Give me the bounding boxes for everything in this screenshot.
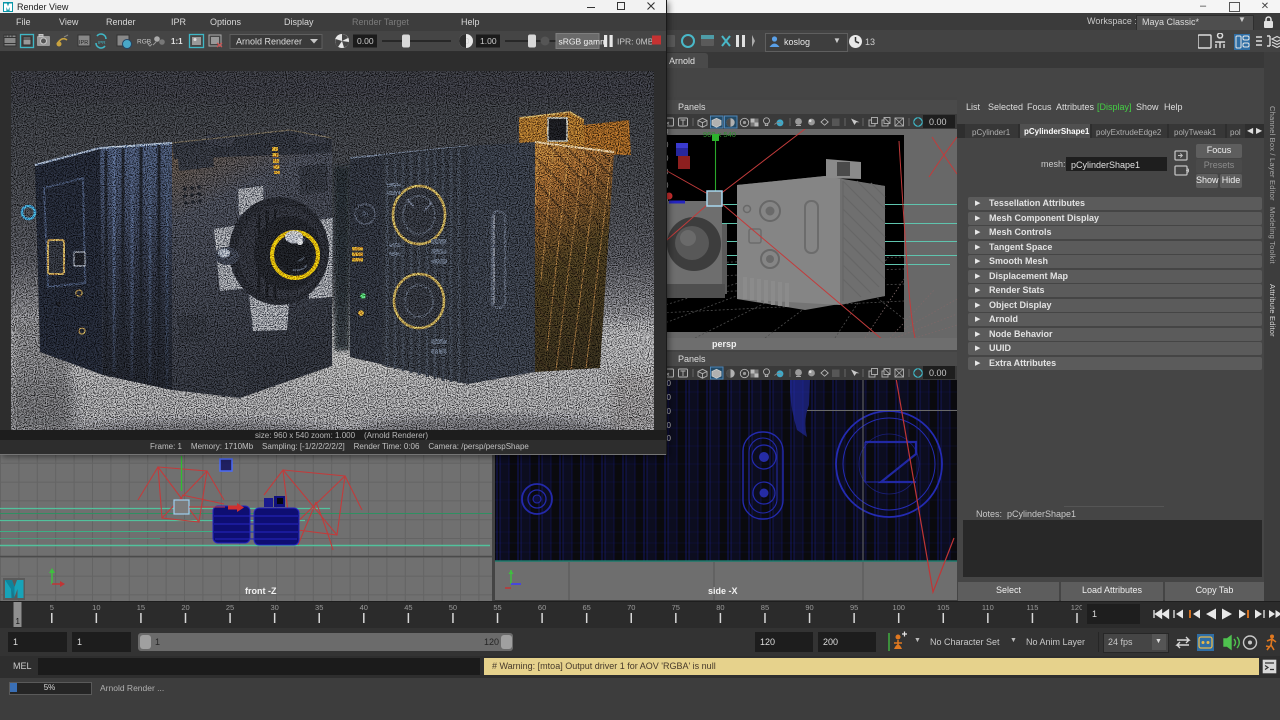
svg-text:20: 20	[181, 603, 189, 612]
svg-text:115: 115	[1026, 603, 1038, 612]
svg-text:sRGB gamm: sRGB gamm	[559, 37, 608, 47]
svg-text:30: 30	[270, 603, 278, 612]
svg-text:0: 0	[667, 434, 672, 443]
svg-text:35: 35	[315, 603, 323, 612]
svg-text:65: 65	[583, 603, 591, 612]
svg-text:5: 5	[50, 603, 54, 612]
svg-text:105: 105	[937, 603, 950, 612]
svg-text:Arnold Renderer: Arnold Renderer	[236, 37, 302, 47]
svg-text:110: 110	[982, 603, 994, 612]
svg-text:0: 0	[667, 393, 672, 402]
svg-text:70: 70	[627, 603, 635, 612]
svg-text:80: 80	[716, 603, 724, 612]
svg-text:50: 50	[449, 603, 457, 612]
svg-text:15: 15	[137, 603, 145, 612]
svg-text:IPR: IPR	[98, 40, 106, 45]
svg-text:1:1: 1:1	[171, 37, 183, 46]
svg-text:IPR: IPR	[79, 40, 88, 46]
svg-text:1.00: 1.00	[480, 36, 497, 46]
svg-text:0: 0	[667, 421, 672, 430]
svg-text:45: 45	[404, 603, 412, 612]
svg-text:960 x 540: 960 x 540	[703, 130, 736, 139]
svg-text:85: 85	[761, 603, 769, 612]
svg-text:0: 0	[667, 380, 672, 388]
svg-text:95: 95	[850, 603, 858, 612]
svg-text:25: 25	[226, 603, 234, 612]
svg-text:1: 1	[16, 617, 21, 626]
svg-text:120: 120	[1071, 603, 1082, 612]
svg-text:0: 0	[667, 407, 672, 416]
svg-text:10: 10	[92, 603, 100, 612]
svg-text:55: 55	[493, 603, 501, 612]
svg-text:0.00: 0.00	[357, 36, 374, 46]
svg-text:75: 75	[672, 603, 680, 612]
svg-text:100: 100	[892, 603, 905, 612]
svg-text:60: 60	[538, 603, 546, 612]
svg-text:IPR: 0MB: IPR: 0MB	[617, 37, 654, 47]
svg-text:40: 40	[360, 603, 368, 612]
svg-text:90: 90	[805, 603, 813, 612]
